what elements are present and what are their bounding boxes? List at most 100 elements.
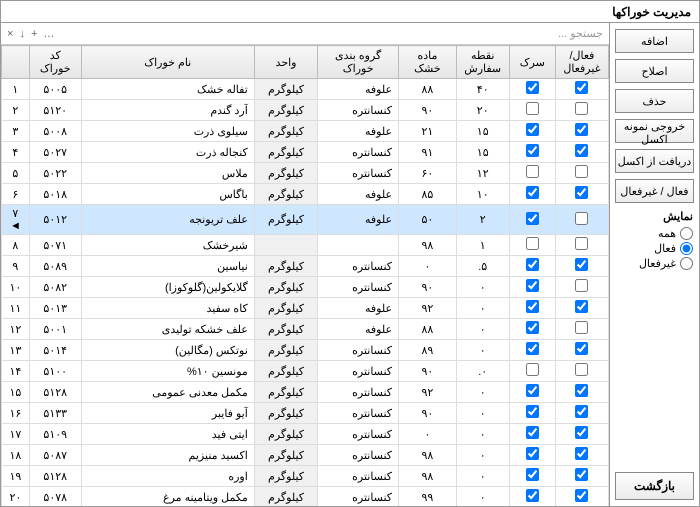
cell-active[interactable] [555,277,608,298]
col-code[interactable]: کد خوراک [29,46,81,79]
cell-active[interactable] [555,79,608,100]
table-row[interactable]: ۱۲۶۰کنسانترهکیلوگرمملاس۵۰۲۲۵ [2,163,609,184]
cell-unit: کیلوگرم [254,184,317,205]
add-button[interactable]: اضافه [615,29,694,53]
cell-noghte: ۰ [456,487,509,507]
add-icon[interactable]: + [31,28,37,40]
cell-active[interactable] [555,466,608,487]
table-row[interactable]: ۰۹۲کنسانترهکیلوگرممکمل معدنی عمومی۵۱۲۸۱۵ [2,382,609,403]
table-row[interactable]: ۵.۰کنسانترهکیلوگرمنیاسین۵۰۸۹۹ [2,256,609,277]
table-row[interactable]: ۰۹۸کنسانترهکیلوگرماکسید منیزیم۵۰۸۷۱۸ [2,445,609,466]
cell-active[interactable] [555,205,608,235]
cell-sarak[interactable] [509,445,555,466]
col-noghte[interactable]: نقطه سفارش [456,46,509,79]
table-row[interactable]: ۰.۹۰کنسانترهکیلوگرممونسین ۱۰%۵۱۰۰۱۴ [2,361,609,382]
delete-button[interactable]: حذف [615,89,694,113]
cell-group: کنسانتره [318,487,399,507]
filter-inactive[interactable]: غیرفعال [616,257,693,270]
table-row[interactable]: ۰۸۸علوفهکیلوگرمعلف خشکه تولیدی۵۰۰۱۱۲ [2,319,609,340]
cell-sarak[interactable] [509,256,555,277]
table-row[interactable]: ۱۰۸۵علوفهکیلوگرمباگاس۵۰۱۸۶ [2,184,609,205]
table-row[interactable]: ۰۹۹کنسانترهکیلوگرممکمل ویتامینه مرغ۵۰۷۸۲… [2,487,609,507]
cell-active[interactable] [555,403,608,424]
cell-sarak[interactable] [509,361,555,382]
cell-active[interactable] [555,256,608,277]
filter-active[interactable]: فعال [616,242,693,255]
cell-active[interactable] [555,298,608,319]
cell-unit: کیلوگرم [254,205,317,235]
cell-active[interactable] [555,319,608,340]
table-row[interactable]: ۰۸۹کنسانترهکیلوگرمنوتکس (مگالین)۵۰۱۴۱۳ [2,340,609,361]
cell-group: کنسانتره [318,445,399,466]
cell-active[interactable] [555,340,608,361]
cell-group: علوفه [318,319,399,340]
cell-sarak[interactable] [509,184,555,205]
cell-unit: کیلوگرم [254,163,317,184]
col-active[interactable]: فعال/غیرفعال [555,46,608,79]
table-row[interactable]: ۰۹۲علوفهکیلوگرمکاه سفید۵۰۱۳۱۱ [2,298,609,319]
cell-noghte: ۰ [456,319,509,340]
cell-sarak[interactable] [509,340,555,361]
cell-active[interactable] [555,445,608,466]
data-grid[interactable]: فعال/غیرفعال سرک نقطه سفارش ماده خشک گرو… [1,45,609,506]
cell-active[interactable] [555,100,608,121]
cell-active[interactable] [555,184,608,205]
cell-active[interactable] [555,163,608,184]
table-row[interactable]: ۰۰کنسانترهکیلوگرمایتی فید۵۱۰۹۱۷ [2,424,609,445]
table-row[interactable]: ۰۹۰کنسانترهکیلوگرمآیو فایبر۵۱۳۳۱۶ [2,403,609,424]
table-row[interactable]: ۰۹۸کنسانترهکیلوگرماوره۵۱۲۸۱۹ [2,466,609,487]
sidebar: اضافه اصلاح حذف خروجی نمونه اکسل دریافت … [609,23,699,506]
cell-sarak[interactable] [509,403,555,424]
cell-sarak[interactable] [509,163,555,184]
table-row[interactable]: ۲۵۰علوفهکیلوگرمعلف تریونجه۵۰۱۲۷ ◄ [2,205,609,235]
more-icon[interactable]: … [43,28,54,40]
import-excel-button[interactable]: دریافت از اکسل [615,149,694,173]
cell-sarak[interactable] [509,121,555,142]
cell-sarak[interactable] [509,205,555,235]
cell-active[interactable] [555,487,608,507]
cell-sarak[interactable] [509,466,555,487]
table-row[interactable]: ۱۵۲۱علوفهکیلوگرمسیلوی ذرت۵۰۰۸۳ [2,121,609,142]
cell-sarak[interactable] [509,142,555,163]
cell-active[interactable] [555,361,608,382]
edit-button[interactable]: اصلاح [615,59,694,83]
table-row[interactable]: ۰۹۰کنسانترهکیلوگرمگلایکولین(گلوکوزا)۵۰۸۲… [2,277,609,298]
col-sarak[interactable]: سرک [509,46,555,79]
cell-sarak[interactable] [509,235,555,256]
col-name[interactable]: نام خوراک [81,46,254,79]
close-icon[interactable]: × [7,28,13,40]
cell-active[interactable] [555,382,608,403]
cell-sarak[interactable] [509,382,555,403]
search-input[interactable]: جستجو ... [558,27,603,40]
cell-active[interactable] [555,142,608,163]
cell-active[interactable] [555,121,608,142]
cell-sarak[interactable] [509,487,555,507]
col-unit[interactable]: واحد [254,46,317,79]
cell-row: ۱۹ [2,466,30,487]
cell-group: علوفه [318,184,399,205]
table-row[interactable]: ۱۵۹۱کنسانترهکیلوگرمکنجاله ذرت۵۰۲۷۴ [2,142,609,163]
cell-sarak[interactable] [509,277,555,298]
cell-sarak[interactable] [509,100,555,121]
cell-sarak[interactable] [509,298,555,319]
table-row[interactable]: ۱۹۸شیرخشک۵۰۷۱۸ [2,235,609,256]
cell-sarak[interactable] [509,424,555,445]
cell-noghte: ۱۲ [456,163,509,184]
col-made[interactable]: ماده خشک [399,46,457,79]
export-excel-button[interactable]: خروجی نمونه اکسل [615,119,694,143]
col-row[interactable] [2,46,30,79]
cell-name: گلایکولین(گلوکوزا) [81,277,254,298]
table-row[interactable]: ۴۰۸۸علوفهکیلوگرمتفاله خشک۵۰۰۵۱ [2,79,609,100]
cell-sarak[interactable] [509,319,555,340]
cell-active[interactable] [555,424,608,445]
toggle-active-button[interactable]: فعال / غیرفعال [615,179,694,203]
cell-row: ۱۷ [2,424,30,445]
cell-unit: کیلوگرم [254,100,317,121]
filter-all[interactable]: همه [616,227,693,240]
cell-sarak[interactable] [509,79,555,100]
back-button[interactable]: بازگشت [615,472,694,500]
table-row[interactable]: ۲۰۹۰کنسانترهکیلوگرمآرد گندم۵۱۲۰۲ [2,100,609,121]
col-group[interactable]: گروه بندی خوراک [318,46,399,79]
arrow-down-icon[interactable]: ↓ [19,28,25,40]
cell-active[interactable] [555,235,608,256]
